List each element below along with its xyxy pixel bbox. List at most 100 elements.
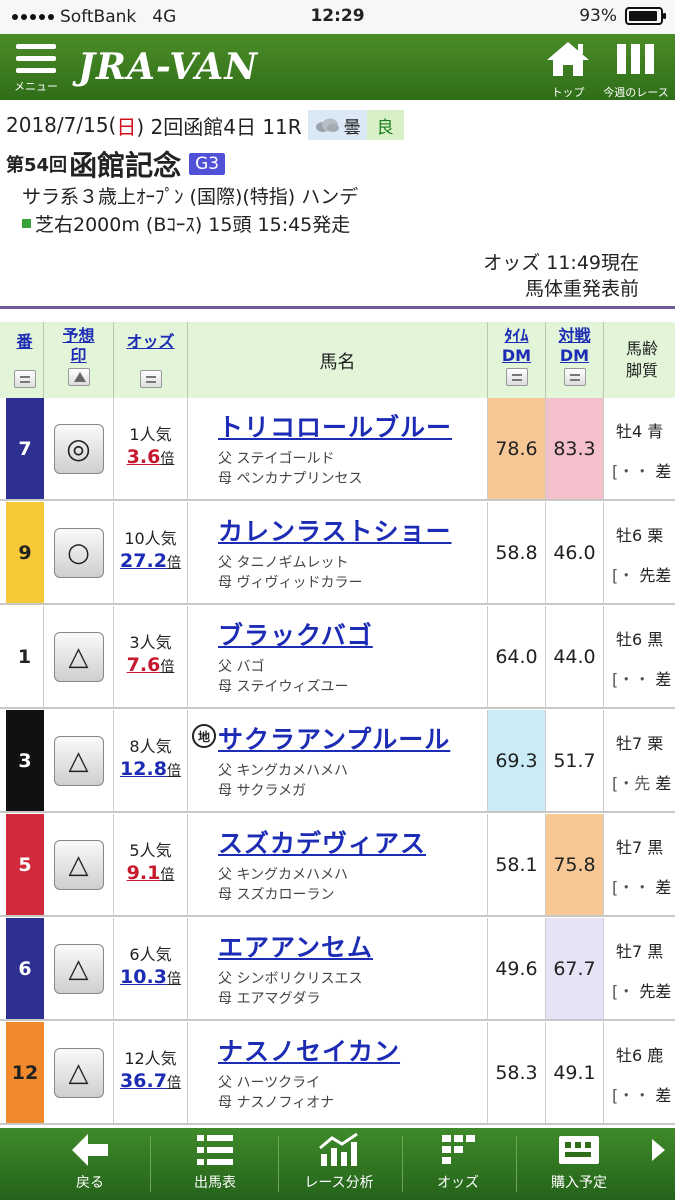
app-header: メニュー JRA-VAN トップ 今週のレース <box>0 34 675 100</box>
odds-cell[interactable]: 8人気 12.8倍 <box>114 710 188 811</box>
table-row[interactable]: 1 △ 3人気 7.6倍 ブラックバゴ 父 バゴ 母 ステイウィズユー 64.0… <box>0 606 675 709</box>
battery-info: 93% <box>579 6 666 26</box>
horse-number: 1 <box>6 606 44 707</box>
col-vdm-label-1[interactable]: 対戦 <box>546 326 603 346</box>
odds-timestamp: オッズ 11:49現在 馬体重発表前 <box>483 250 639 302</box>
odds-unit: 倍 <box>166 763 181 779</box>
col-mark-label-1[interactable]: 予想 <box>44 326 113 346</box>
purchase-plan-button[interactable]: 購入予定 <box>522 1128 636 1200</box>
odds-value[interactable]: 9.1 <box>127 862 161 884</box>
prediction-mark-button[interactable]: △ <box>53 1047 104 1098</box>
prediction-mark-button[interactable]: △ <box>53 735 104 786</box>
running-style-value: 差 <box>655 1086 672 1105</box>
dam-name: 母 エアマグダラ <box>218 991 321 1007</box>
running-style-marks: [・・ <box>612 462 651 481</box>
prediction-mark-cell: △ <box>44 814 114 915</box>
back-button[interactable]: 戻る <box>40 1128 140 1200</box>
odds-cell[interactable]: 12人気 36.7倍 <box>114 1022 188 1123</box>
jra-van-logo[interactable]: JRA-VAN <box>78 46 258 88</box>
prediction-mark-button[interactable]: △ <box>53 631 104 682</box>
odds-cell[interactable]: 10人気 27.2倍 <box>114 502 188 603</box>
col-tdm-label-2[interactable]: DM <box>488 346 545 366</box>
sort-icon[interactable] <box>139 370 162 388</box>
top-button[interactable]: トップ <box>542 40 594 100</box>
table-row[interactable]: 5 △ 5人気 9.1倍 スズカデヴィアス 父 キングカメハメハ 母 スズカロー… <box>0 814 675 917</box>
odds-cell[interactable]: 6人気 10.3倍 <box>114 918 188 1019</box>
col-mark[interactable]: 予想 印 <box>44 322 114 398</box>
race-date-line: 2018/7/15(日) 2回函館4日 11R 曇 良 <box>6 110 404 140</box>
prediction-mark-button[interactable]: ○ <box>53 527 104 578</box>
odds-value[interactable]: 10.3 <box>120 966 167 988</box>
horse-name-link[interactable]: サクラアンプルール <box>218 720 450 756</box>
running-style: [・先 差 <box>612 770 671 794</box>
horse-name-cell: エアアンセム 父 シンボリクリスエス 母 エアマグダラ <box>188 918 488 1019</box>
col-time-dm[interactable]: ﾀｲﾑ DM <box>488 322 546 398</box>
popularity: 1人気 <box>129 425 172 444</box>
col-odds-label[interactable]: オッズ <box>126 332 174 351</box>
odds-cell[interactable]: 3人気 7.6倍 <box>114 606 188 707</box>
table-row[interactable]: 12 △ 12人気 36.7倍 ナスノセイカン 父 ハーツクライ 母 ナスノフィ… <box>0 1022 675 1125</box>
sort-icon[interactable] <box>563 368 586 386</box>
age-style-cell: 牡7 黒 [・ 先差 <box>604 918 675 1019</box>
col-vs-dm[interactable]: 対戦 DM <box>546 322 604 398</box>
time-dm-value: 69.3 <box>488 710 546 811</box>
nav-next-button[interactable] <box>640 1128 675 1200</box>
odds-value[interactable]: 3.6 <box>127 446 161 468</box>
dam-name: 母 ヴィヴィッドカラー <box>218 575 363 591</box>
running-style-value: 差 <box>655 462 672 481</box>
col-vdm-label-2[interactable]: DM <box>546 346 603 366</box>
col-age-style: 馬齢 脚質 <box>604 322 675 398</box>
track-condition-badge: 良 <box>366 110 404 140</box>
odds-value[interactable]: 7.6 <box>127 654 161 676</box>
odds-button[interactable]: オッズ <box>408 1128 508 1200</box>
table-row[interactable]: 9 ○ 10人気 27.2倍 カレンラストショー 父 タニノギムレット 母 ヴィ… <box>0 502 675 605</box>
odds-unit: 倍 <box>160 659 175 675</box>
prediction-mark-button[interactable]: ◎ <box>53 423 104 474</box>
running-style: [・・ 差 <box>612 666 671 690</box>
odds-value[interactable]: 27.2 <box>120 550 167 572</box>
battery-icon <box>625 7 666 25</box>
odds-value[interactable]: 12.8 <box>120 758 167 780</box>
odds-value[interactable]: 36.7 <box>120 1070 167 1092</box>
prediction-mark-button[interactable]: △ <box>53 839 104 890</box>
col-odds[interactable]: オッズ <box>114 322 188 398</box>
horse-name-link[interactable]: ナスノセイカン <box>218 1032 400 1068</box>
col-tdm-label-1[interactable]: ﾀｲﾑ <box>488 326 545 346</box>
clock: 12:29 <box>310 6 365 26</box>
popularity: 6人気 <box>129 945 172 964</box>
horse-number: 7 <box>6 398 44 499</box>
table-row[interactable]: 7 ◎ 1人気 3.6倍 トリコロールブルー 父 ステイゴールド 母 ペンカナプ… <box>0 398 675 501</box>
chevron-right-icon <box>651 1139 665 1161</box>
horse-name-link[interactable]: ブラックバゴ <box>218 616 373 652</box>
odds-cell[interactable]: 1人気 3.6倍 <box>114 398 188 499</box>
sort-up-icon[interactable] <box>67 368 90 386</box>
prediction-mark-cell: △ <box>44 606 114 707</box>
entries-button[interactable]: 出馬表 <box>160 1128 270 1200</box>
horse-name-link[interactable]: カレンラストショー <box>218 512 452 548</box>
popularity: 8人気 <box>129 737 172 756</box>
dam-name: 母 ナスノフィオナ <box>218 1095 335 1111</box>
prediction-mark-button[interactable]: △ <box>53 943 104 994</box>
race-analysis-button[interactable]: レース分析 <box>284 1128 394 1200</box>
running-style-value: 差 <box>655 670 672 689</box>
horse-name-link[interactable]: エアアンセム <box>218 928 373 964</box>
sort-icon[interactable] <box>13 370 36 388</box>
race-weekday: 日 <box>116 114 137 139</box>
status-bar: SoftBank 4G 12:29 93% <box>0 0 675 34</box>
col-num[interactable]: 番 <box>6 322 44 398</box>
table-row[interactable]: 6 △ 6人気 10.3倍 エアアンセム 父 シンボリクリスエス 母 エアマグダ… <box>0 918 675 1021</box>
prediction-mark-cell: △ <box>44 918 114 1019</box>
week-races-button[interactable]: 今週のレース <box>600 40 672 100</box>
entries-table[interactable]: 番 予想 印 オッズ 馬名 ﾀｲﾑ DM 対戦 DM 馬齢 脚質 7 ◎ 1人気… <box>0 322 675 1128</box>
col-mark-label-2[interactable]: 印 <box>44 346 113 366</box>
horse-name-link[interactable]: トリコロールブルー <box>218 408 452 444</box>
list-icon <box>197 1135 233 1165</box>
table-row[interactable]: 3 △ 8人気 12.8倍 地 サクラアンプルール 父 キングカメハメハ 母 サ… <box>0 710 675 813</box>
versus-dm-value: 51.7 <box>546 710 604 811</box>
odds-cell[interactable]: 5人気 9.1倍 <box>114 814 188 915</box>
col-num-label[interactable]: 番 <box>16 332 32 351</box>
menu-button[interactable]: メニュー <box>10 40 62 96</box>
horse-name-link[interactable]: スズカデヴィアス <box>218 824 426 860</box>
sort-icon[interactable] <box>505 368 528 386</box>
col-style-label: 脚質 <box>625 361 658 380</box>
